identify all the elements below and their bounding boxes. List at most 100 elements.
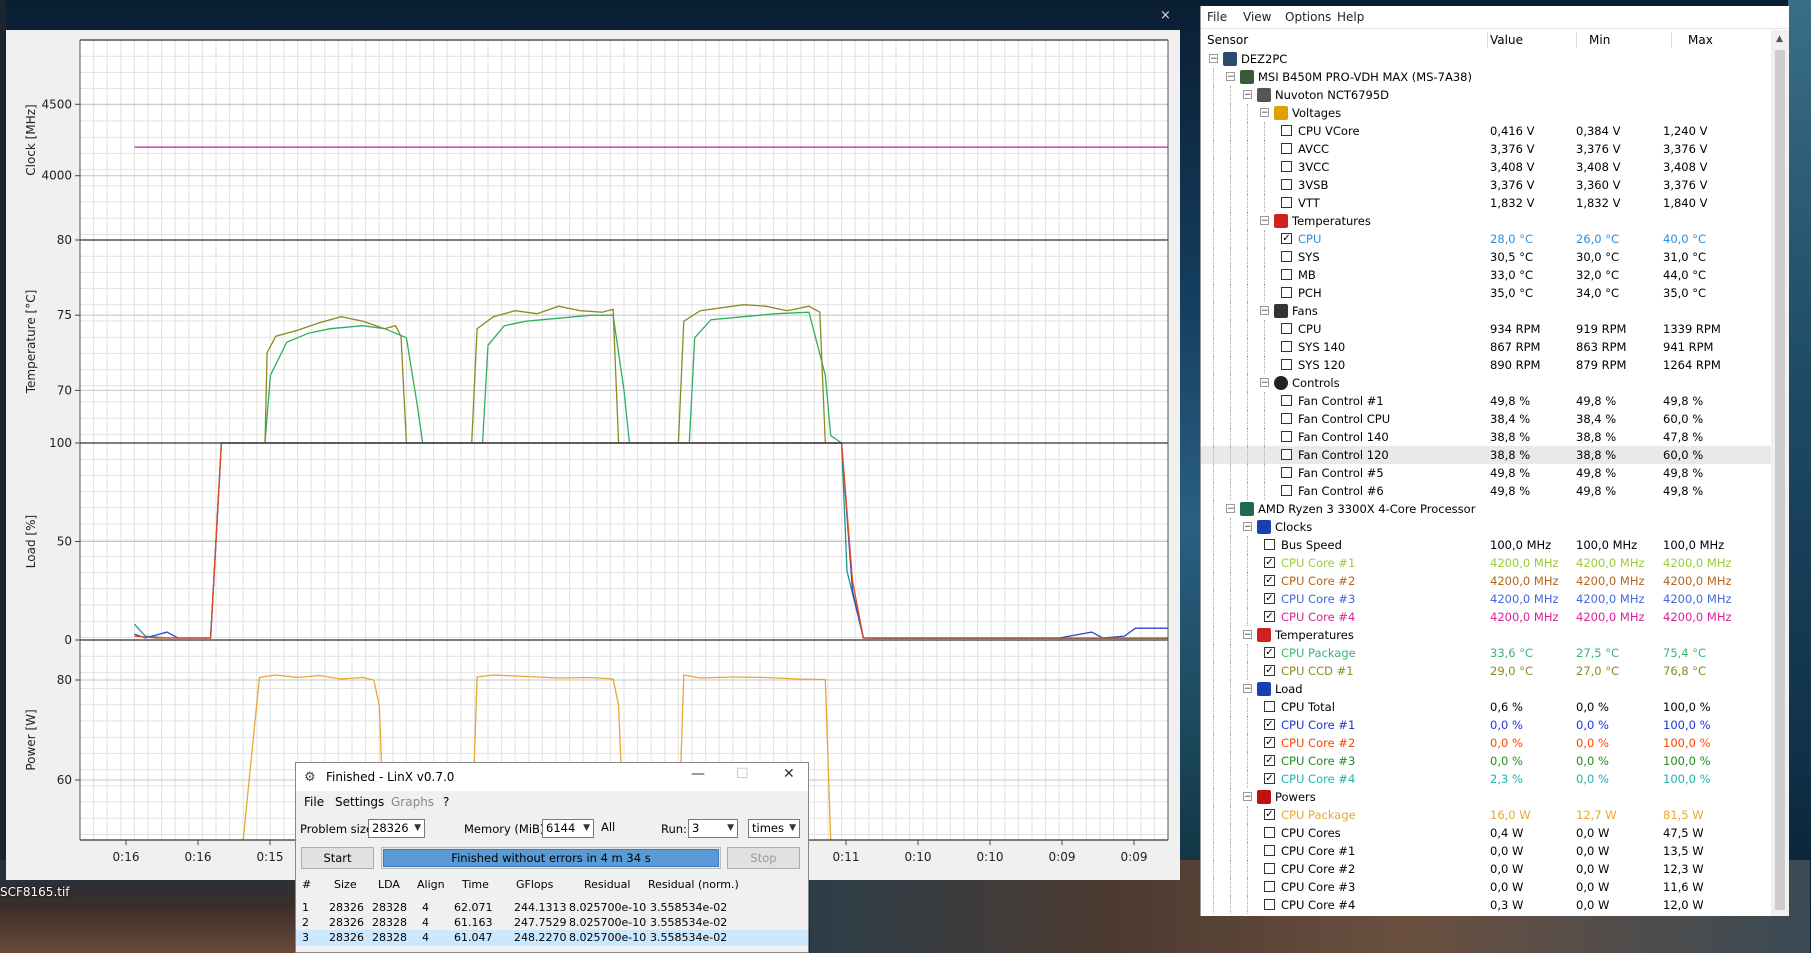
checkbox-checked[interactable]: ✓ <box>1264 557 1275 568</box>
sensor-row[interactable]: ✓ CPU Core #2 0,0 % 0,0 % 100,0 % <box>1201 734 1771 752</box>
sensor-row[interactable]: ✓ CPU Core #3 0,0 % 0,0 % 100,0 % <box>1201 752 1771 770</box>
sensor-row[interactable]: SYS 30,5 °C 30,0 °C 31,0 °C <box>1201 248 1771 266</box>
checkbox[interactable] <box>1281 161 1292 172</box>
close-icon[interactable]: ✕ <box>783 766 795 782</box>
collapse-icon[interactable]: − <box>1260 306 1269 316</box>
checkbox[interactable] <box>1281 449 1292 460</box>
column-sensor[interactable]: Sensor <box>1207 33 1248 47</box>
tree-node[interactable]: − Powers <box>1201 788 1771 806</box>
sensor-row[interactable]: ✓ CPU 28,0 °C 26,0 °C 40,0 °C <box>1201 230 1771 248</box>
desktop-file-label[interactable]: SCF8165.tif <box>0 885 70 899</box>
checkbox[interactable] <box>1281 485 1292 496</box>
sensor-row[interactable]: ✓ CPU Core #1 0,0 % 0,0 % 100,0 % <box>1201 716 1771 734</box>
collapse-icon[interactable]: − <box>1260 378 1269 388</box>
tree-node[interactable]: − Temperatures <box>1201 626 1771 644</box>
checkbox[interactable] <box>1281 251 1292 262</box>
table-row[interactable]: 3 28326 28328 4 61.047 248.2270 8.025700e-10 3.… <box>296 930 808 946</box>
collapse-icon[interactable]: − <box>1260 108 1269 118</box>
sensor-row[interactable]: Bus Speed 100,0 MHz 100,0 MHz 100,0 MHz <box>1201 536 1771 554</box>
checkbox-checked[interactable]: ✓ <box>1264 611 1275 622</box>
problem-size-select[interactable]: 28326 ▼ <box>368 819 425 838</box>
sensor-row[interactable]: ✓ CPU Core #4 2,3 % 0,0 % 100,0 % <box>1201 770 1771 788</box>
sensor-row[interactable]: 3VSB 3,376 V 3,360 V 3,376 V <box>1201 176 1771 194</box>
maximize-icon[interactable]: ☐ <box>736 766 749 782</box>
sensor-row[interactable]: CPU 934 RPM 919 RPM 1339 RPM <box>1201 320 1771 338</box>
checkbox[interactable] <box>1264 899 1275 910</box>
collapse-icon[interactable]: − <box>1243 522 1252 532</box>
sensor-row[interactable]: CPU VCore 0,416 V 0,384 V 1,240 V <box>1201 122 1771 140</box>
checkbox-checked[interactable]: ✓ <box>1264 809 1275 820</box>
checkbox[interactable] <box>1264 881 1275 892</box>
checkbox[interactable] <box>1281 359 1292 370</box>
collapse-icon[interactable]: − <box>1243 792 1252 802</box>
checkbox-checked[interactable]: ✓ <box>1264 593 1275 604</box>
menu-view[interactable]: View <box>1243 10 1271 24</box>
sensor-row[interactable]: SYS 120 890 RPM 879 RPM 1264 RPM <box>1201 356 1771 374</box>
menu-file[interactable]: File <box>1207 10 1227 24</box>
checkbox[interactable] <box>1281 125 1292 136</box>
collapse-icon[interactable]: − <box>1243 90 1252 100</box>
sensor-row[interactable]: Fan Control CPU 38,4 % 38,4 % 60,0 % <box>1201 410 1771 428</box>
collapse-icon[interactable]: − <box>1243 684 1252 694</box>
tree-node[interactable]: − AMD Ryzen 3 3300X 4-Core Processor <box>1201 500 1771 518</box>
tree-node[interactable]: − Temperatures <box>1201 212 1771 230</box>
checkbox-checked[interactable]: ✓ <box>1264 755 1275 766</box>
column-header-cell[interactable]: Residual (norm.) <box>648 878 739 891</box>
scroll-up-icon[interactable]: ▲ <box>1776 34 1783 44</box>
vertical-scrollbar[interactable]: ▲ <box>1771 30 1789 916</box>
sensor-row[interactable]: CPU Core #3 0,0 W 0,0 W 11,6 W <box>1201 878 1771 896</box>
sensor-row[interactable]: CPU Cores 0,4 W 0,0 W 47,5 W <box>1201 824 1771 842</box>
checkbox-checked[interactable]: ✓ <box>1264 647 1275 658</box>
sensor-row[interactable]: SYS 140 867 RPM 863 RPM 941 RPM <box>1201 338 1771 356</box>
minimize-icon[interactable]: — <box>691 766 705 782</box>
collapse-icon[interactable]: − <box>1209 54 1218 64</box>
sensor-row[interactable]: CPU Core #4 0,3 W 0,0 W 12,0 W <box>1201 896 1771 914</box>
sensor-row[interactable]: Fan Control #6 49,8 % 49,8 % 49,8 % <box>1201 482 1771 500</box>
sensor-row[interactable]: Fan Control 120 38,8 % 38,8 % 60,0 % <box>1201 446 1771 464</box>
column-separator[interactable] <box>1487 32 1488 48</box>
menu-help[interactable]: ? <box>443 795 449 809</box>
close-icon[interactable]: × <box>1160 8 1171 23</box>
collapse-icon[interactable]: − <box>1260 216 1269 226</box>
column-header-cell[interactable]: # <box>302 878 311 891</box>
checkbox-checked[interactable]: ✓ <box>1264 773 1275 784</box>
column-separator[interactable] <box>1576 32 1577 48</box>
sensor-row[interactable]: AVCC 3,376 V 3,376 V 3,376 V <box>1201 140 1771 158</box>
sensor-row[interactable]: ✓ CPU Package 33,6 °C 27,5 °C 75,4 °C <box>1201 644 1771 662</box>
checkbox-checked[interactable]: ✓ <box>1264 575 1275 586</box>
checkbox[interactable] <box>1264 863 1275 874</box>
sensor-row[interactable]: CPU Core #2 0,0 W 0,0 W 12,3 W <box>1201 860 1771 878</box>
checkbox[interactable] <box>1264 845 1275 856</box>
checkbox[interactable] <box>1281 197 1292 208</box>
column-separator[interactable] <box>1671 32 1672 48</box>
tree-node[interactable]: − Load <box>1201 680 1771 698</box>
collapse-icon[interactable]: − <box>1226 504 1235 514</box>
scroll-thumb[interactable] <box>1775 50 1785 910</box>
menu-graphs[interactable]: Graphs <box>391 795 434 809</box>
stop-button[interactable]: Stop <box>727 847 800 869</box>
sensor-row[interactable]: ✓ CPU Package 16,0 W 12,7 W 81,5 W <box>1201 806 1771 824</box>
column-header-cell[interactable]: Residual <box>584 878 630 891</box>
sensor-row[interactable]: ✓ CPU Core #3 4200,0 MHz 4200,0 MHz 4200,0 M… <box>1201 590 1771 608</box>
checkbox[interactable] <box>1281 467 1292 478</box>
all-toggle[interactable]: All <box>601 820 615 834</box>
checkbox[interactable] <box>1281 179 1292 190</box>
start-button[interactable]: Start <box>301 847 374 869</box>
column-min[interactable]: Min <box>1589 33 1610 47</box>
sensor-row[interactable]: CPU Core #1 0,0 W 0,0 W 13,5 W <box>1201 842 1771 860</box>
checkbox[interactable] <box>1264 539 1275 550</box>
menu-options[interactable]: Options <box>1285 10 1331 24</box>
sensor-row[interactable]: CPU Total 0,6 % 0,0 % 100,0 % <box>1201 698 1771 716</box>
sensor-row[interactable]: 3VCC 3,408 V 3,408 V 3,408 V <box>1201 158 1771 176</box>
collapse-icon[interactable]: − <box>1226 72 1235 82</box>
checkbox-checked[interactable]: ✓ <box>1264 737 1275 748</box>
checkbox[interactable] <box>1281 431 1292 442</box>
column-header-cell[interactable]: Align <box>417 878 445 891</box>
menu-help[interactable]: Help <box>1337 10 1364 24</box>
column-header-cell[interactable]: GFlops <box>516 878 553 891</box>
sensor-row[interactable]: MB 33,0 °C 32,0 °C 44,0 °C <box>1201 266 1771 284</box>
menu-file[interactable]: File <box>304 795 324 809</box>
sensor-row[interactable]: ✓ CPU Core #4 4200,0 MHz 4200,0 MHz 4200,0 M… <box>1201 608 1771 626</box>
tree-node[interactable]: − Controls <box>1201 374 1771 392</box>
tree-node[interactable]: − DEZ2PC <box>1201 50 1771 68</box>
